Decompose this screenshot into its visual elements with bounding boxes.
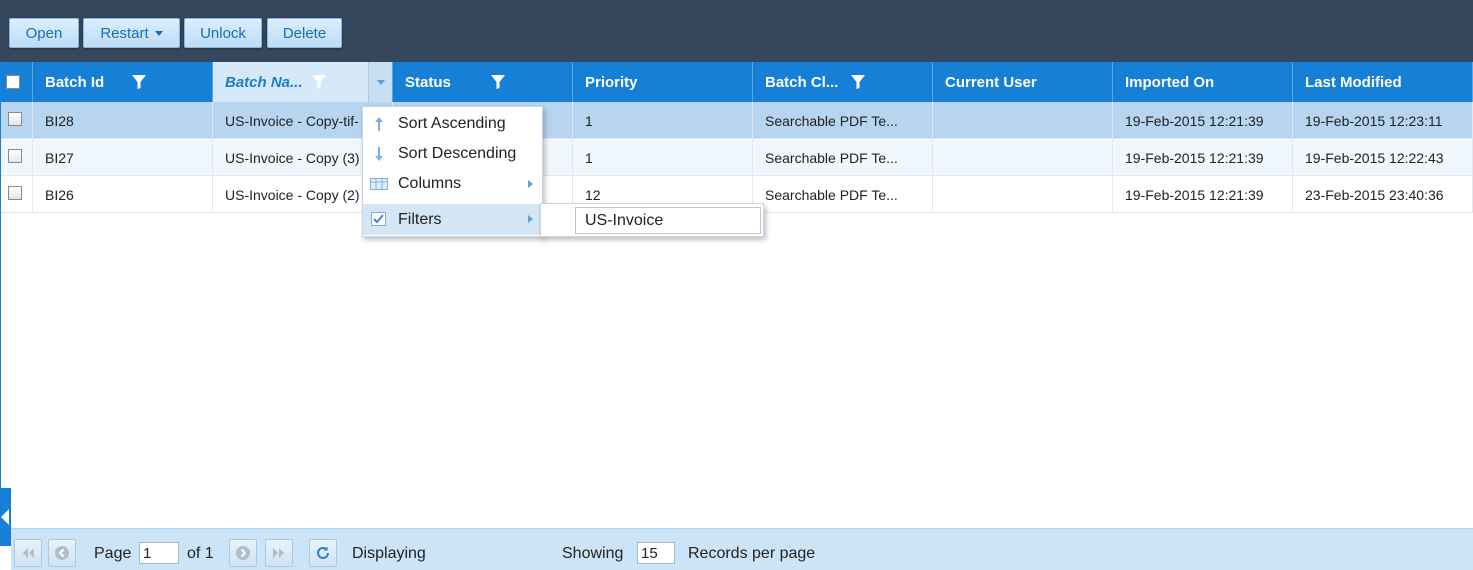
funnel-icon[interactable] xyxy=(490,74,506,90)
filter-checkbox-icon[interactable] xyxy=(370,211,388,227)
cell-batch-id: BI27 xyxy=(33,139,213,176)
menu-item-label: Sort Descending xyxy=(398,145,517,162)
cell-imported-on: 19-Feb-2015 12:21:39 xyxy=(1113,176,1293,213)
collapse-arrow-icon xyxy=(1,509,9,525)
column-header-batch-id[interactable]: Batch Id xyxy=(33,62,213,102)
column-header-current-user[interactable]: Current User xyxy=(933,62,1113,102)
menu-item-filters[interactable]: Filters xyxy=(363,204,542,235)
column-header-batch-name[interactable]: Batch Na... xyxy=(213,62,393,102)
menu-item-sort-ascending[interactable]: Sort Ascending xyxy=(363,109,542,139)
sort-descending-icon xyxy=(375,147,383,161)
records-per-page-label: Records per page xyxy=(688,545,816,562)
funnel-icon[interactable] xyxy=(311,74,327,90)
open-button[interactable]: Open xyxy=(9,18,79,48)
cell-batch-id: BI26 xyxy=(33,176,213,213)
chevron-down-icon xyxy=(376,79,385,85)
menu-item-label: Filters xyxy=(398,210,442,228)
prev-page-icon xyxy=(55,546,69,560)
row-checkbox[interactable] xyxy=(8,186,22,200)
cell-last-modified: 23-Feb-2015 23:40:36 xyxy=(1293,176,1473,213)
row-select-cell xyxy=(1,139,33,176)
next-page-icon xyxy=(236,546,250,560)
open-button-label: Open xyxy=(25,24,63,42)
column-header-batch-class[interactable]: Batch Cl... xyxy=(753,62,933,102)
refresh-icon xyxy=(317,546,329,559)
cell-priority: 1 xyxy=(573,139,753,176)
column-header-label: Batch Cl... xyxy=(765,73,839,91)
select-all-checkbox[interactable] xyxy=(6,75,20,89)
chevron-right-icon xyxy=(528,215,533,223)
cell-current-user xyxy=(933,176,1113,213)
columns-icon xyxy=(370,178,388,190)
last-page-button[interactable] xyxy=(265,539,293,567)
delete-button-label: Delete xyxy=(282,24,327,42)
delete-button[interactable]: Delete xyxy=(267,18,342,48)
cell-last-modified: 19-Feb-2015 12:23:11 xyxy=(1293,102,1473,139)
filter-input[interactable]: US-Invoice xyxy=(575,207,761,234)
column-header-label: Status xyxy=(405,73,451,91)
chevron-right-icon xyxy=(528,180,533,188)
filter-submenu: US-Invoice xyxy=(540,203,764,237)
column-header-imported-on[interactable]: Imported On xyxy=(1113,62,1293,102)
funnel-icon[interactable] xyxy=(850,74,866,90)
column-header-label: Priority xyxy=(585,73,638,91)
column-header-label: Batch Na... xyxy=(225,73,303,91)
cell-imported-on: 19-Feb-2015 12:21:39 xyxy=(1113,139,1293,176)
sort-ascending-icon xyxy=(375,117,383,131)
cell-current-user xyxy=(933,139,1113,176)
row-checkbox[interactable] xyxy=(8,112,22,126)
toolbar: Open Restart Unlock Delete xyxy=(0,0,1473,62)
column-header-label: Last Modified xyxy=(1305,73,1402,91)
records-per-page-input[interactable]: 15 xyxy=(637,542,675,564)
chevron-down-icon xyxy=(154,30,163,36)
page-label: Page xyxy=(94,545,132,562)
restart-button-label: Restart xyxy=(100,24,149,42)
last-page-icon xyxy=(273,548,284,558)
restart-button[interactable]: Restart xyxy=(83,18,180,48)
paging-toolbar: Page 1 of 1 Displaying Showing 15 Record… xyxy=(11,528,1473,570)
collapse-panel-tab[interactable] xyxy=(0,488,11,546)
cell-batch-class: Searchable PDF Te... xyxy=(753,176,933,213)
cell-batch-id: BI28 xyxy=(33,102,213,139)
column-menu-trigger[interactable] xyxy=(368,62,392,102)
page-total-label: of 1 xyxy=(187,545,214,562)
cell-last-modified: 19-Feb-2015 12:22:43 xyxy=(1293,139,1473,176)
row-checkbox[interactable] xyxy=(8,149,22,163)
cell-imported-on: 19-Feb-2015 12:21:39 xyxy=(1113,102,1293,139)
column-header-last-modified[interactable]: Last Modified xyxy=(1293,62,1473,102)
cell-current-user xyxy=(933,102,1113,139)
menu-item-sort-descending[interactable]: Sort Descending xyxy=(363,139,542,169)
menu-item-label: Sort Ascending xyxy=(398,115,506,132)
column-header-priority[interactable]: Priority xyxy=(573,62,753,102)
grid-header: Batch Id Batch Na... Status Priority Bat… xyxy=(1,62,1473,102)
row-select-cell xyxy=(1,102,33,139)
column-header-label: Batch Id xyxy=(45,73,105,91)
first-page-icon xyxy=(23,548,34,558)
unlock-button-label: Unlock xyxy=(200,24,246,42)
table-row[interactable]: BI27 US-Invoice - Copy (3) 1 Searchable … xyxy=(1,139,1473,176)
next-page-button[interactable] xyxy=(229,539,257,567)
cell-batch-class: Searchable PDF Te... xyxy=(753,102,933,139)
menu-item-label: Columns xyxy=(398,175,462,192)
unlock-button[interactable]: Unlock xyxy=(184,18,262,48)
header-select-all-cell xyxy=(1,62,33,102)
table-row[interactable]: BI28 US-Invoice - Copy-tif- 1 Searchable… xyxy=(1,102,1473,139)
column-header-label: Imported On xyxy=(1125,73,1215,91)
row-select-cell xyxy=(1,176,33,213)
menu-item-columns[interactable]: Columns xyxy=(363,169,542,199)
funnel-icon[interactable] xyxy=(131,74,147,90)
first-page-button[interactable] xyxy=(14,539,42,567)
column-header-status[interactable]: Status xyxy=(393,62,573,102)
refresh-button[interactable] xyxy=(309,539,337,567)
column-header-label: Current User xyxy=(945,73,1037,91)
cell-priority: 1 xyxy=(573,102,753,139)
displaying-label: Displaying xyxy=(352,545,426,562)
showing-label: Showing xyxy=(562,545,624,562)
page-number-input[interactable]: 1 xyxy=(139,542,179,564)
cell-batch-class: Searchable PDF Te... xyxy=(753,139,933,176)
prev-page-button[interactable] xyxy=(48,539,76,567)
column-context-menu: Sort Ascending Sort Descending Columns F… xyxy=(362,106,543,237)
batch-grid: Batch Id Batch Na... Status Priority Bat… xyxy=(0,62,1473,528)
